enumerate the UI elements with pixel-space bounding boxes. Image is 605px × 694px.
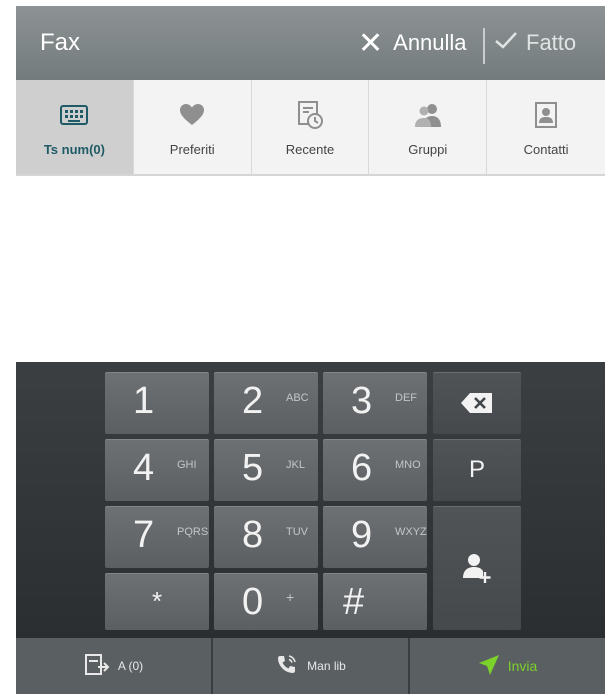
- key-0[interactable]: 0 +: [214, 573, 318, 630]
- tab-keypad[interactable]: Ts num(0): [16, 80, 134, 174]
- key-1[interactable]: 1: [105, 372, 209, 434]
- send-arrow-icon: [478, 654, 500, 679]
- tab-recent[interactable]: Recente: [252, 80, 370, 174]
- tab-label: Preferiti: [169, 141, 215, 157]
- send-label: Invia: [507, 658, 538, 674]
- key-star[interactable]: *: [105, 573, 209, 630]
- bottom-action-bar: A (0) Man lib Invia: [16, 638, 605, 694]
- tab-label: Ts num(0): [43, 141, 105, 157]
- key-hash[interactable]: #: [323, 573, 427, 630]
- heart-icon: [175, 98, 209, 132]
- tab-favorites[interactable]: Preferiti: [134, 80, 252, 174]
- send-button[interactable]: Invia: [410, 638, 605, 694]
- manual-send-button[interactable]: Man lib: [213, 638, 410, 694]
- key-5[interactable]: 5 JKL: [214, 439, 318, 501]
- recipients-label: A (0): [117, 659, 144, 673]
- recipients-button[interactable]: A (0): [16, 638, 213, 694]
- cancel-button[interactable]: ✕ Annulla: [358, 6, 467, 80]
- check-icon: [494, 30, 518, 56]
- phone-icon: [275, 653, 299, 680]
- close-icon: ✕: [358, 26, 384, 60]
- key-2[interactable]: 2 ABC: [214, 372, 318, 434]
- key-6[interactable]: 6 MNO: [323, 439, 427, 501]
- tab-groups[interactable]: Gruppi: [369, 80, 488, 174]
- keyboard-icon: [57, 98, 91, 132]
- key-3[interactable]: 3 DEF: [323, 372, 427, 434]
- title-bar: Fax ✕ Annulla Fatto: [16, 6, 605, 80]
- done-button[interactable]: Fatto: [494, 6, 576, 80]
- recipients-log-icon: [84, 653, 110, 680]
- key-7[interactable]: 7 PQRS: [105, 506, 209, 568]
- recent-log-icon: [293, 98, 327, 132]
- page-title: Fax: [40, 29, 81, 56]
- key-8[interactable]: 8 TUV: [214, 506, 318, 568]
- backspace-button[interactable]: [433, 372, 521, 434]
- add-contact-button[interactable]: [433, 506, 521, 630]
- key-4[interactable]: 4 GHI: [105, 439, 209, 501]
- add-person-icon: [433, 506, 521, 630]
- contact-card-icon: [529, 98, 563, 132]
- dial-keypad: 1 2 ABC 3 DEF 4 GHI 5 JKL 6 MNO P 7 PQRS: [16, 362, 605, 638]
- cancel-label: Annulla: [393, 30, 467, 55]
- manual-label: Man lib: [307, 659, 346, 673]
- tab-label: Recente: [285, 141, 335, 157]
- key-9[interactable]: 9 WXYZ: [323, 506, 427, 568]
- tab-contacts[interactable]: Contatti: [487, 80, 605, 174]
- group-icon: [411, 98, 445, 132]
- backspace-icon: [433, 372, 521, 434]
- title-divider: [483, 28, 485, 64]
- tab-label: Contatti: [523, 141, 569, 157]
- tab-label: Gruppi: [408, 141, 448, 157]
- done-label: Fatto: [526, 30, 577, 55]
- pause-button[interactable]: P: [433, 439, 521, 501]
- recipient-tabs: Ts num(0) Preferiti Recente Gruppi Conta…: [16, 80, 605, 176]
